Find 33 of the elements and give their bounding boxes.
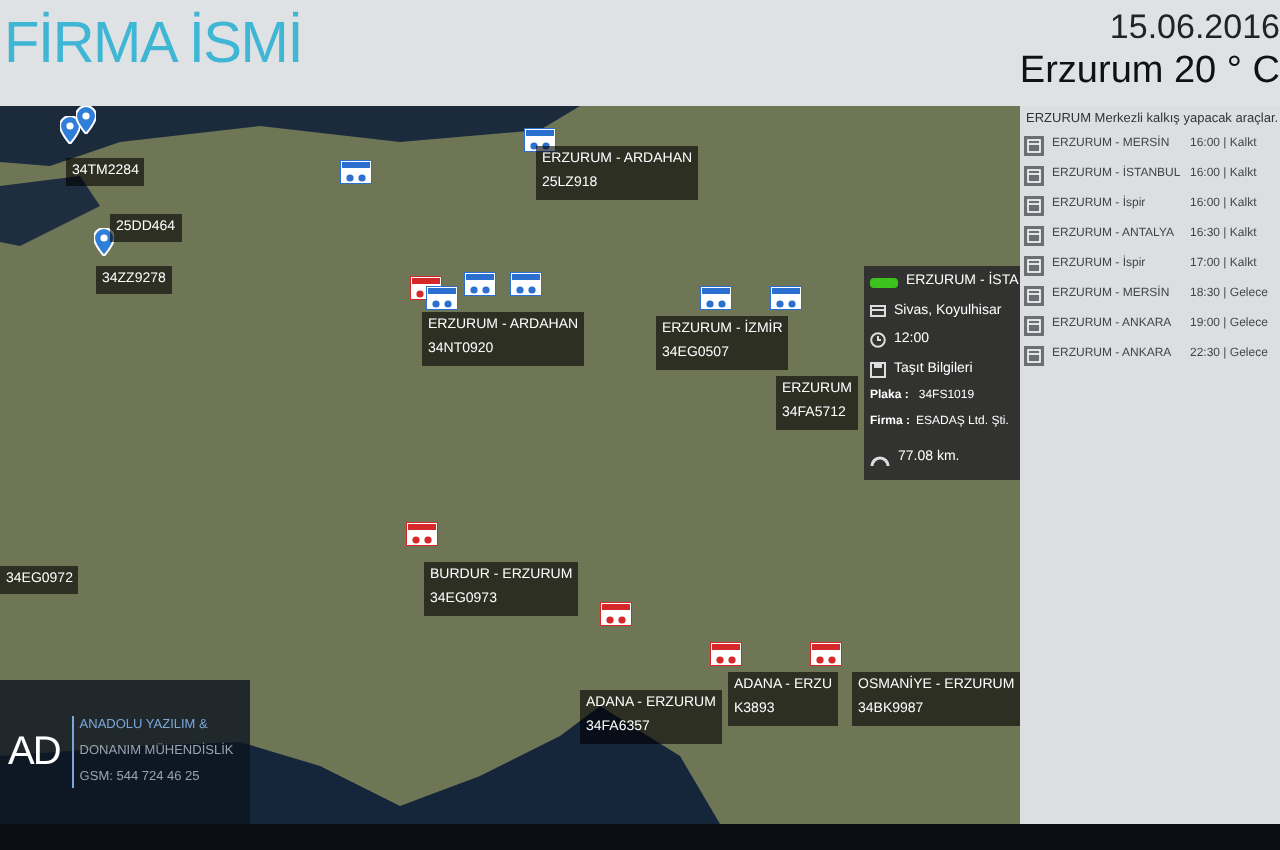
bus-icon (870, 277, 898, 288)
bus-icon (1024, 345, 1044, 366)
bus-marker-icon[interactable] (600, 602, 632, 626)
bus-marker-icon[interactable] (340, 160, 372, 184)
sea-area (0, 176, 100, 246)
speedometer-icon (870, 450, 890, 467)
bus-icon (1024, 195, 1044, 216)
bus-icon (1024, 165, 1044, 186)
save-icon (870, 361, 886, 378)
company-logo: AD (8, 728, 60, 778)
bus-icon (1024, 135, 1044, 156)
bus-marker-icon[interactable] (426, 286, 458, 310)
bus-marker-icon[interactable] (810, 642, 842, 666)
bus-marker-icon[interactable] (770, 286, 802, 310)
bus-marker-icon[interactable] (700, 286, 732, 310)
map-pin-icon[interactable] (60, 116, 80, 144)
bus-icon (1024, 285, 1044, 306)
bus-marker-icon[interactable] (524, 128, 556, 152)
bus-marker-icon[interactable] (464, 272, 496, 296)
bus-marker-icon[interactable] (510, 272, 542, 296)
bus-icon (1024, 315, 1044, 336)
bus-marker-icon[interactable] (710, 642, 742, 666)
satellite-map[interactable] (0, 106, 1020, 824)
clock-icon (870, 332, 886, 349)
card-icon (870, 304, 886, 319)
map-pin-icon[interactable] (94, 228, 114, 256)
weather-text: Erzurum 20 ° C (1019, 48, 1280, 96)
bus-icon (1024, 255, 1044, 276)
bus-marker-icon[interactable] (406, 522, 438, 546)
company-title: FİRMA İSMİ (2, 9, 303, 80)
date-text: 15.06.2016 (1109, 6, 1280, 49)
bus-icon (1024, 225, 1044, 246)
map-pin-icon[interactable] (76, 106, 96, 134)
